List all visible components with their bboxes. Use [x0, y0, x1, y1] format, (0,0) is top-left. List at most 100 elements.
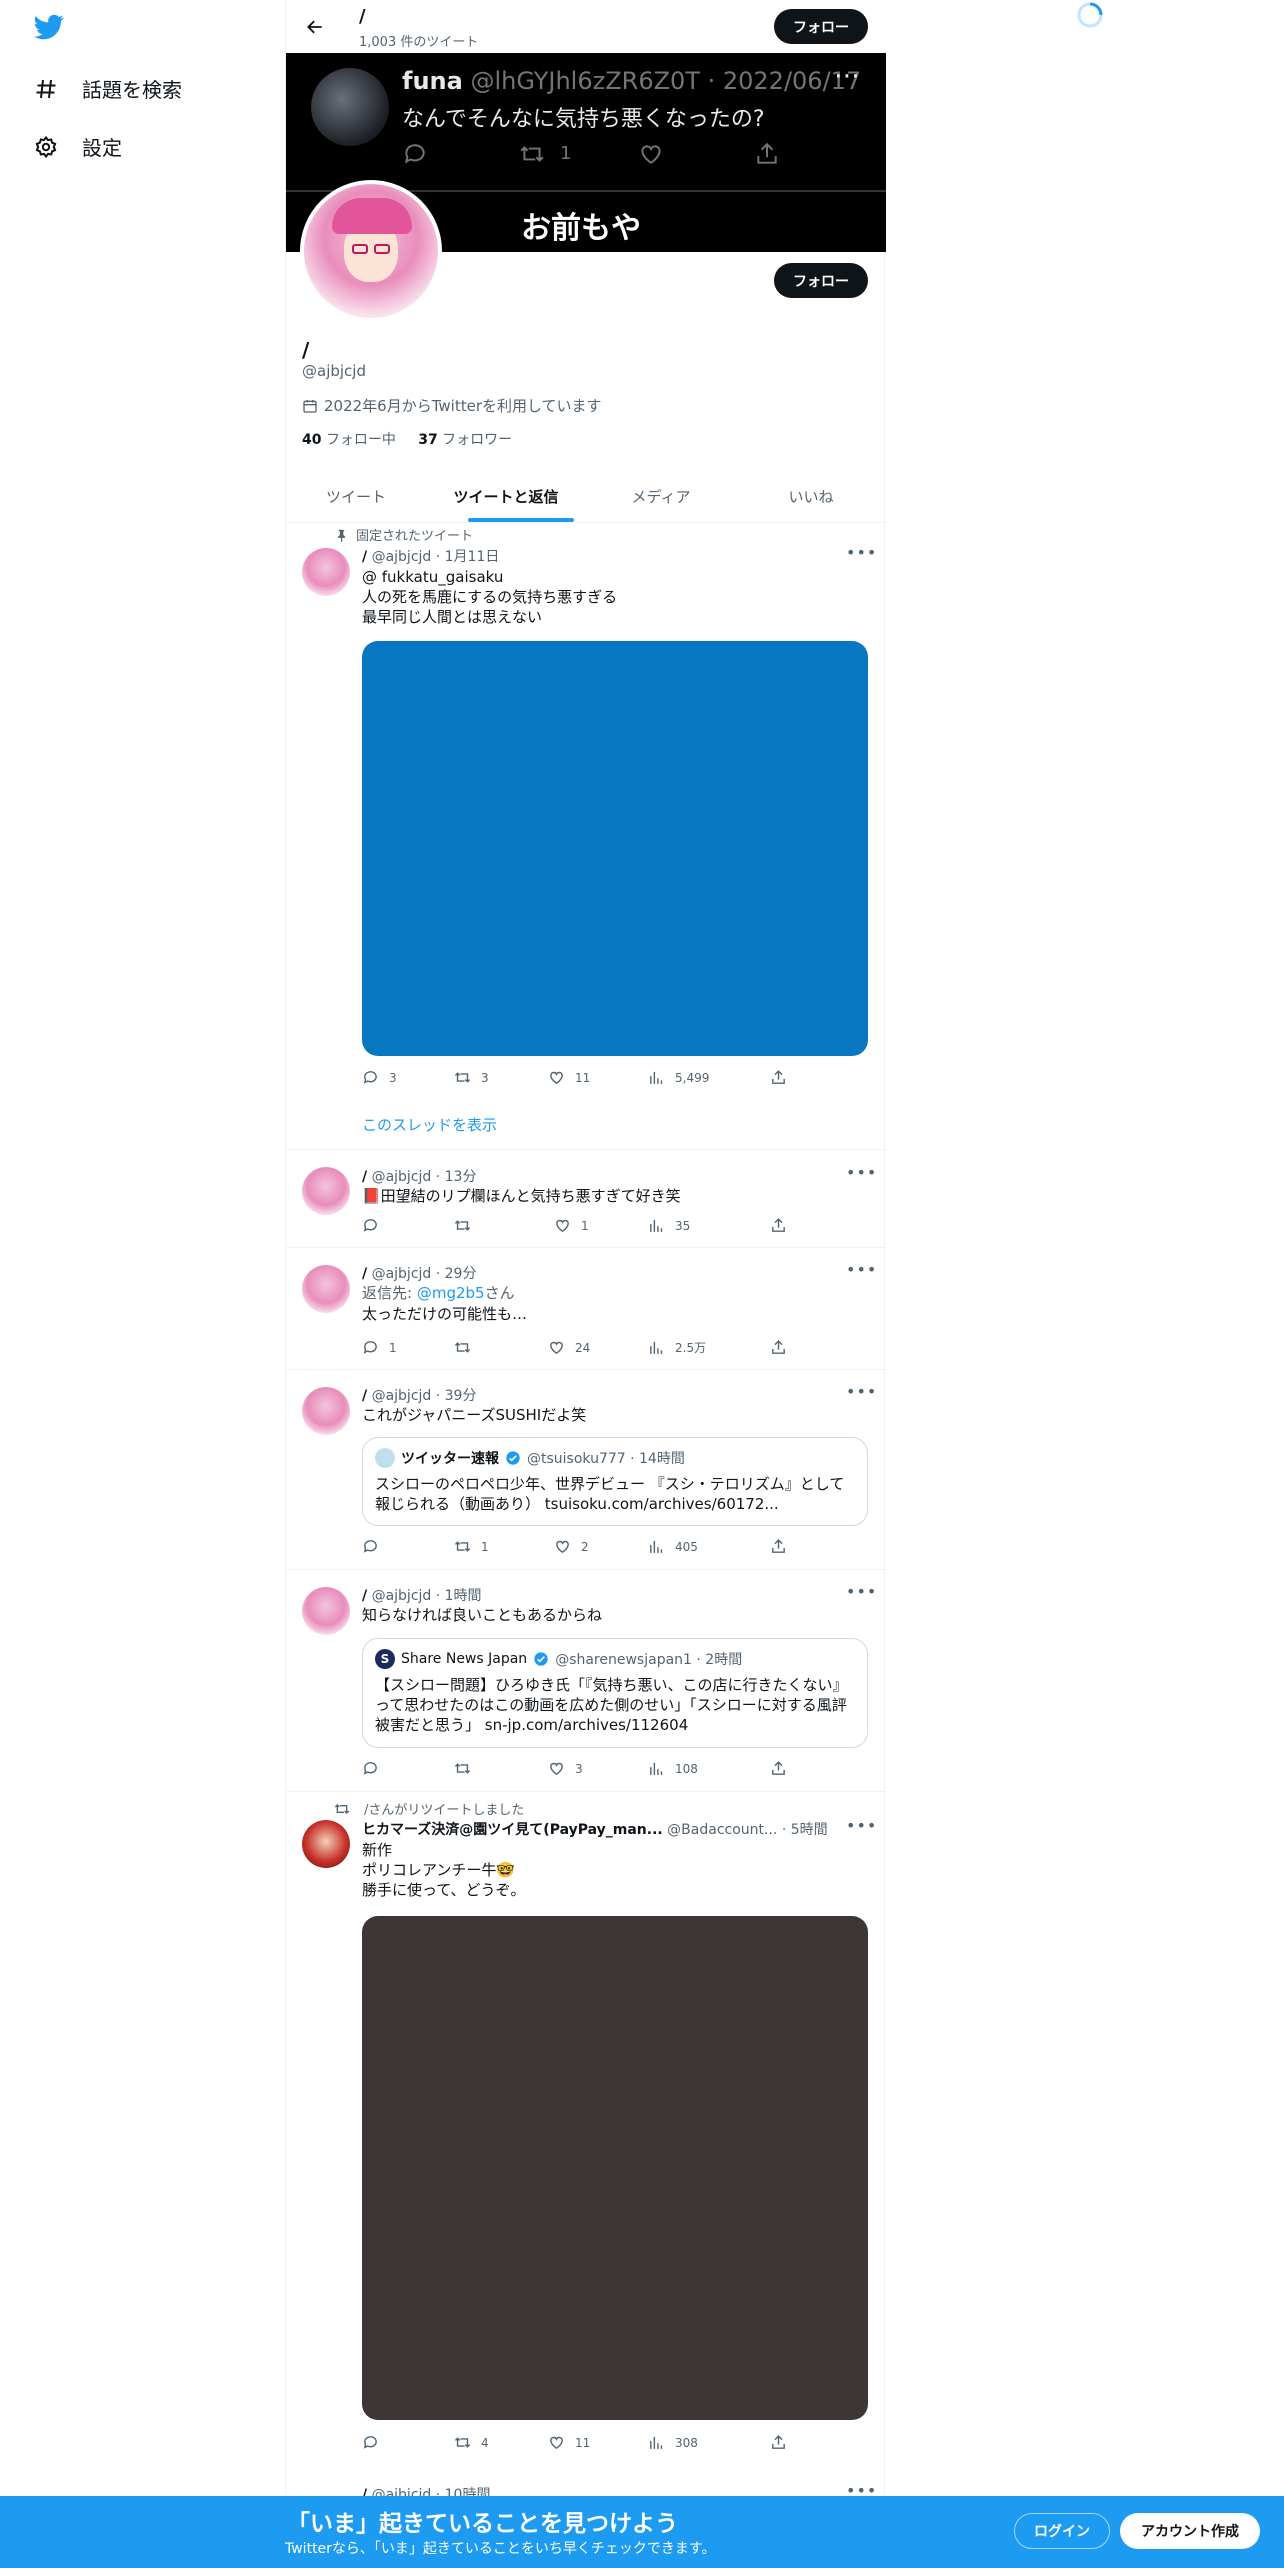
tweet-media-image[interactable]: [362, 1916, 868, 2420]
profile-joined-text: 2022年6月からTwitterを利用しています: [324, 397, 602, 415]
like-button[interactable]: 11: [548, 1069, 590, 1086]
quoted-tweet[interactable]: ツイッター速報 @tsuisoku777 · 14時間 スシローのペロペロ少年、…: [362, 1437, 868, 1526]
views-button[interactable]: 2.5万: [648, 1339, 706, 1356]
share-button[interactable]: [770, 1069, 787, 1086]
signup-button[interactable]: アカウント作成: [1120, 2513, 1260, 2549]
tab-tweets[interactable]: ツイート: [286, 470, 426, 523]
tweet-meta: @ajbjcjd · 39分: [371, 1388, 477, 1404]
tweet-author[interactable]: /: [362, 1588, 367, 1604]
more-options-icon[interactable]: •••: [846, 1816, 877, 1835]
more-options-icon[interactable]: •••: [846, 543, 877, 562]
share-button[interactable]: [770, 1217, 787, 1234]
reply-icon: [363, 2436, 377, 2449]
reply-button[interactable]: 3: [362, 1069, 397, 1086]
twitter-logo-icon[interactable]: [32, 12, 66, 42]
hashtag-icon: [36, 79, 56, 98]
tweet[interactable]: / @ajbjcjd · 13分 ••• 📕田望結のリプ欄ほんと気持ち悪すぎて好…: [286, 1150, 886, 1248]
tweet-retweeted[interactable]: /さんがリツイートしました ヒカマーズ決済@園ツイ見て(PayPay_man..…: [286, 1792, 886, 2504]
share-button[interactable]: [770, 1538, 787, 1555]
reply-button[interactable]: [362, 1217, 389, 1234]
tweet-author[interactable]: /: [362, 549, 367, 565]
show-thread-link[interactable]: このスレッドを表示: [362, 1114, 497, 1135]
retweet-button[interactable]: [454, 1339, 481, 1356]
tweet-author[interactable]: /: [362, 1169, 367, 1185]
more-options-icon[interactable]: •••: [846, 1582, 877, 1601]
like-button[interactable]: 1: [554, 1217, 589, 1234]
tweet[interactable]: / @ajbjcjd · 29分 ••• 返信先: @mg2b5さん 太っただけ…: [286, 1248, 886, 1370]
more-options-icon[interactable]: •••: [846, 1260, 877, 1279]
retweet-icon: [454, 1220, 471, 1231]
tweet[interactable]: / @ajbjcjd · 1時間 ••• 知らなければ良いこともあるからね S …: [286, 1570, 886, 1792]
views-button[interactable]: 308: [648, 2434, 698, 2451]
tweet-author[interactable]: /: [362, 1388, 367, 1404]
quoted-tweet[interactable]: S Share News Japan @sharenewsjapan1 · 2時…: [362, 1638, 868, 1748]
share-button[interactable]: [770, 1760, 787, 1777]
tweet-avatar[interactable]: [302, 1387, 350, 1435]
retweet-button[interactable]: 1: [454, 1538, 489, 1555]
tweet-pinned[interactable]: 固定されたツイート / @ajbjcjd · 1月11日 ••• @ fukka…: [286, 523, 886, 1150]
views-button[interactable]: 35: [648, 1217, 690, 1234]
more-options-icon[interactable]: •••: [846, 1382, 877, 1401]
pin-icon: [338, 529, 346, 542]
like-button[interactable]: 11: [548, 2434, 590, 2451]
like-button[interactable]: 3: [548, 1760, 583, 1777]
retweet-button[interactable]: 4: [454, 2434, 489, 2451]
retweet-button[interactable]: 3: [454, 1069, 489, 1086]
loading-spinner-icon: [1077, 2, 1103, 28]
share-button[interactable]: [770, 2434, 787, 2451]
views-button[interactable]: 108: [648, 1760, 698, 1777]
tweet-avatar[interactable]: [302, 1265, 350, 1313]
reply-button[interactable]: [362, 2434, 389, 2451]
banner-caption: お前もや: [521, 211, 641, 246]
tweet-avatar[interactable]: [302, 1820, 350, 1868]
profile-follow-button[interactable]: フォロー: [774, 263, 868, 298]
like-button[interactable]: 24: [548, 1339, 590, 1356]
nav-settings[interactable]: 設定: [34, 132, 122, 161]
back-button[interactable]: [300, 12, 330, 42]
retweet-count: 1: [481, 1539, 489, 1554]
verified-badge-icon: [534, 1652, 548, 1666]
followers-link[interactable]: 37 フォロワー: [418, 432, 512, 448]
reply-icon: [363, 1071, 377, 1084]
quote-text-line: 【スシロー問題】ひろゆき氏「『気持ち悪い、この店に行きたくない』: [375, 1676, 848, 1694]
tweet-author[interactable]: ヒカマーズ決済@園ツイ見て(PayPay_man...: [362, 1822, 663, 1838]
header-name: /: [359, 6, 366, 27]
reply-button[interactable]: [362, 1760, 389, 1777]
header-follow-button[interactable]: フォロー: [774, 9, 868, 44]
retweet-button[interactable]: [454, 1760, 481, 1777]
profile-avatar[interactable]: [300, 180, 442, 322]
reply-button[interactable]: [362, 1538, 389, 1555]
tab-media[interactable]: メディア: [586, 470, 736, 523]
retweet-label[interactable]: /さんがリツイートしました: [364, 1799, 524, 1818]
nav-explore[interactable]: 話題を検索: [34, 74, 182, 103]
view-count: 5,499: [675, 1070, 710, 1085]
following-link[interactable]: 40 フォロー中: [302, 432, 396, 448]
views-button[interactable]: 5,499: [648, 1069, 709, 1086]
reply-icon: [363, 1219, 377, 1232]
login-button[interactable]: ログイン: [1014, 2513, 1110, 2549]
gear-icon: [35, 135, 57, 158]
reply-count: 3: [389, 1070, 397, 1085]
tab-likes[interactable]: いいね: [736, 470, 886, 523]
tweet[interactable]: / @ajbjcjd · 39分 ••• これがジャパニーズSUSHIだよ笑 ツ…: [286, 1370, 886, 1570]
tweet-meta: @ajbjcjd · 1時間: [371, 1588, 482, 1604]
nav-explore-label: 話題を検索: [82, 78, 182, 102]
retweet-button[interactable]: [454, 1217, 481, 1234]
banner-actions: 1: [402, 141, 782, 171]
tweet-avatar[interactable]: [302, 548, 350, 596]
reply-to-handle[interactable]: @mg2b5: [417, 1284, 485, 1302]
more-options-icon[interactable]: •••: [846, 1163, 877, 1182]
tweet-text-line: 人の死を馬鹿にするの気持ち悪すぎる: [362, 588, 618, 606]
tweet-media-image[interactable]: [362, 641, 868, 1056]
like-button[interactable]: 2: [554, 1538, 589, 1555]
reply-button[interactable]: 1: [362, 1339, 397, 1356]
views-chart-icon: [650, 2436, 663, 2449]
views-chart-icon: [650, 1762, 663, 1775]
signup-banner: 「いま」起きていることを見つけよう Twitterなら、「いま」起きていることを…: [0, 2496, 1284, 2568]
tweet-avatar[interactable]: [302, 1167, 350, 1215]
tweet-author[interactable]: /: [362, 1266, 367, 1282]
share-button[interactable]: [770, 1339, 787, 1356]
tweet-avatar[interactable]: [302, 1587, 350, 1635]
tab-tweets-and-replies[interactable]: ツイートと返信: [426, 470, 586, 523]
views-button[interactable]: 405: [648, 1538, 698, 1555]
